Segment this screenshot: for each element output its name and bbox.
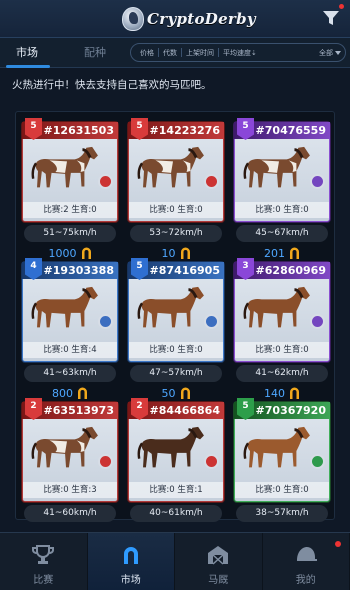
race-breed-stats: 比赛:0 生育:0 [235,202,329,218]
sort-average-speed[interactable]: 平均速度⇣ [219,48,261,58]
race-breed-stats: 比赛:0 生育:4 [23,342,117,358]
horse-image [240,422,318,480]
horse-icon [31,146,98,188]
horse-icon [243,426,310,468]
rarity-medal-icon [310,314,325,329]
nav-profile[interactable]: 我的 [263,533,350,590]
nav-market[interactable]: 市场 [87,533,175,590]
horse-image [134,142,212,200]
tab-breeding[interactable]: 配种 [84,38,106,68]
rarity-medal-icon [204,174,219,189]
horse-icon [243,146,310,188]
horse-card[interactable]: #14223276 5 比赛:0 生育:0 53~72km/h 10 [128,118,224,260]
horse-card[interactable]: #12631503 5 比赛:2 生育:0 51~75km/h 1000 [22,118,118,260]
horse-card[interactable]: #62860969 3 比赛:0 生育:0 41~62km/h 140 [234,258,330,400]
speed-range: 38~57km/h [236,505,328,522]
rarity-medal-icon [98,174,113,189]
race-breed-stats: 比赛:0 生育:0 [129,342,223,358]
app-logo: CryptoDerby [122,6,256,32]
speed-range: 51~75km/h [24,225,116,242]
promo-banner: 火热进行中！快去支持自己喜欢的马匹吧。 [12,79,212,91]
rarity-medal-icon [310,454,325,469]
rarity-medal-icon [310,174,325,189]
notification-dot [335,541,341,547]
rarity-medal-icon [204,314,219,329]
horse-image [240,142,318,200]
app-name: CryptoDerby [147,10,256,28]
horse-card[interactable]: #19303388 4 比赛:0 生育:4 41~63km/h 800 [22,258,118,400]
speed-range: 47~57km/h [130,365,222,382]
bottom-nav: 比赛 市场 马厩 我的 [0,532,350,590]
horse-icon [31,286,98,328]
horse-image [240,282,318,340]
horse-icon [31,426,98,468]
speed-range: 41~62km/h [236,365,328,382]
filter-value: 全部 [319,48,333,57]
chevron-down-icon [335,50,341,55]
horse-icon [243,286,310,328]
race-breed-stats: 比赛:0 生育:0 [129,202,223,218]
horse-card[interactable]: #63513973 2 比赛:0 生育:3 41~60km/h [22,398,118,527]
tab-market[interactable]: 市场 [16,38,38,68]
app-root: CryptoDerby 市场 配种 价格 代数 上架时间 平均速度⇣ 全部 火热… [0,0,350,590]
horse-card[interactable]: #70367920 5 比赛:0 生育:0 38~57km/h [234,398,330,527]
horse-image [28,422,106,480]
horseshoe-icon [123,547,138,564]
rarity-medal-icon [98,314,113,329]
speed-range: 45~67km/h [236,225,328,242]
race-breed-stats: 比赛:0 生育:1 [129,482,223,498]
nav-label: 比赛 [33,575,54,586]
tab-active-indicator [6,65,50,68]
horse-icon [137,426,204,468]
nav-race[interactable]: 比赛 [0,533,88,590]
notification-dot [339,4,344,9]
app-header: CryptoDerby [0,0,350,38]
nav-label: 马厩 [208,575,229,586]
speed-range: 41~63km/h [24,365,116,382]
horse-image [134,422,212,480]
horse-card[interactable]: #84466864 2 比赛:0 生育:1 40~61km/h [128,398,224,527]
horse-card[interactable]: #70476559 5 比赛:0 生育:0 45~67km/h 201 [234,118,330,260]
horse-image [28,282,106,340]
sort-generation[interactable]: 代数 [159,48,181,58]
horse-image [28,142,106,200]
race-breed-stats: 比赛:0 生育:0 [235,342,329,358]
sort-price[interactable]: 价格 [131,48,158,58]
speed-range: 40~61km/h [130,505,222,522]
rarity-medal-icon [98,454,113,469]
nav-stable[interactable]: 马厩 [175,533,263,590]
horse-icon [137,146,204,188]
horse-icon [137,286,204,328]
filter-dropdown[interactable]: 全部 [319,48,345,58]
filter-icon[interactable] [322,9,340,27]
horse-head-icon [122,7,144,31]
speed-range: 53~72km/h [130,225,222,242]
horse-card[interactable]: #87416905 5 比赛:0 生育:0 47~57km/h 50 [128,258,224,400]
nav-label: 我的 [295,575,316,586]
rarity-medal-icon [204,454,219,469]
race-breed-stats: 比赛:2 生育:0 [23,202,117,218]
race-breed-stats: 比赛:0 生育:0 [235,482,329,498]
helmet-icon [296,547,317,561]
speed-range: 41~60km/h [24,505,116,522]
sort-bar: 价格 代数 上架时间 平均速度⇣ 全部 [130,43,346,62]
nav-label: 市场 [120,575,141,586]
horse-grid: #12631503 5 比赛:2 生育:0 51~75km/h 1000 #1422327… [15,111,335,522]
stable-icon [208,546,229,565]
race-breed-stats: 比赛:0 生育:3 [23,482,117,498]
horse-image [134,282,212,340]
sort-listing-time[interactable]: 上架时间 [182,48,218,58]
trophy-icon [32,545,55,564]
